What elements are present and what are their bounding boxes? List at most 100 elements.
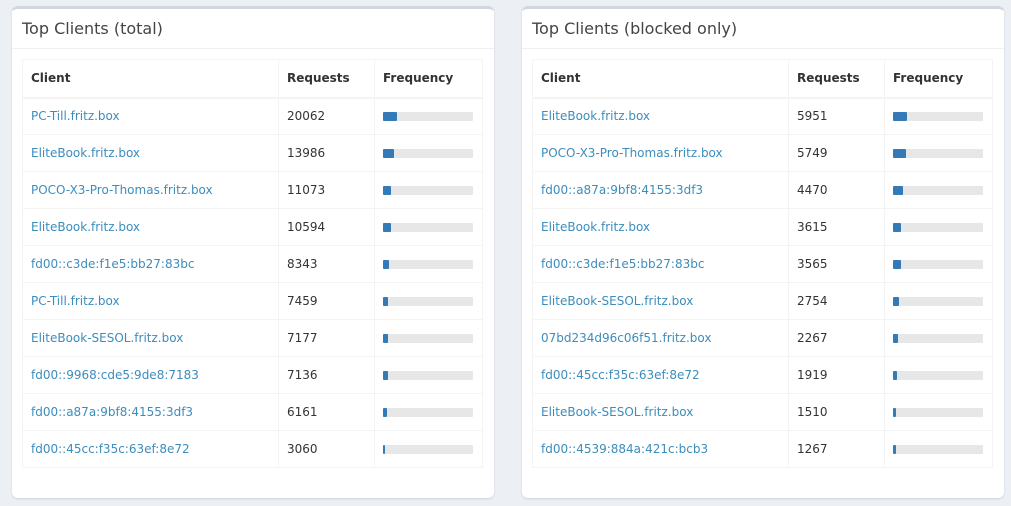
requests-cell: 6161: [278, 393, 375, 431]
table-row: POCO-X3-Pro-Thomas.fritz.box 5749: [532, 134, 993, 172]
client-link[interactable]: EliteBook.fritz.box: [31, 220, 140, 234]
frequency-bar-fill: [383, 370, 388, 380]
requests-cell: 13986: [278, 134, 375, 172]
frequency-bar-fill: [893, 370, 897, 380]
client-link[interactable]: 07bd234d96c06f51.fritz.box: [541, 331, 711, 345]
column-header-requests[interactable]: Requests: [788, 59, 885, 99]
top-clients-blocked-table: Client Requests Frequency EliteBook.frit…: [532, 59, 993, 468]
frequency-bar-fill: [383, 407, 387, 417]
client-link[interactable]: fd00::a87a:9bf8:4155:3df3: [31, 405, 193, 419]
table-row: fd00::45cc:f35c:63ef:8e72 1919: [532, 356, 993, 394]
requests-cell: 5749: [788, 134, 885, 172]
frequency-bar: [383, 222, 473, 232]
client-cell: fd00::4539:884a:421c:bcb3: [532, 430, 789, 468]
frequency-bar: [383, 259, 473, 269]
client-link[interactable]: EliteBook.fritz.box: [31, 146, 140, 160]
client-cell: EliteBook-SESOL.fritz.box: [532, 282, 789, 320]
column-header-frequency[interactable]: Frequency: [374, 59, 483, 99]
client-link[interactable]: EliteBook-SESOL.fritz.box: [541, 405, 693, 419]
frequency-cell: [374, 319, 483, 357]
client-link[interactable]: POCO-X3-Pro-Thomas.fritz.box: [541, 146, 723, 160]
frequency-bar-fill: [383, 148, 394, 158]
frequency-bar-fill: [383, 222, 391, 232]
requests-cell: 11073: [278, 171, 375, 209]
requests-cell: 2267: [788, 319, 885, 357]
table-header-row: Client Requests Frequency: [532, 59, 993, 99]
frequency-cell: [884, 282, 993, 320]
column-header-client[interactable]: Client: [22, 59, 279, 99]
frequency-cell: [884, 430, 993, 468]
column-header-frequency[interactable]: Frequency: [884, 59, 993, 99]
frequency-bar: [383, 333, 473, 343]
client-link[interactable]: fd00::45cc:f35c:63ef:8e72: [541, 368, 700, 382]
client-link[interactable]: fd00::45cc:f35c:63ef:8e72: [31, 442, 190, 456]
client-cell: 07bd234d96c06f51.fritz.box: [532, 319, 789, 357]
frequency-cell: [374, 171, 483, 209]
requests-cell: 5951: [788, 97, 885, 135]
requests-cell: 1919: [788, 356, 885, 394]
frequency-bar-fill: [893, 407, 896, 417]
top-clients-blocked-panel: Top Clients (blocked only) Client Reques…: [522, 6, 1004, 498]
column-header-requests[interactable]: Requests: [278, 59, 375, 99]
client-link[interactable]: PC-Till.fritz.box: [31, 109, 120, 123]
client-cell: fd00::45cc:f35c:63ef:8e72: [532, 356, 789, 394]
panel-title: Top Clients (blocked only): [532, 19, 738, 38]
frequency-bar-fill: [383, 444, 385, 454]
frequency-bar: [383, 296, 473, 306]
requests-cell: 3060: [278, 430, 375, 468]
client-link[interactable]: EliteBook-SESOL.fritz.box: [31, 331, 183, 345]
client-link[interactable]: fd00::9968:cde5:9de8:7183: [31, 368, 199, 382]
table-row: fd00::c3de:f1e5:bb27:83bc 8343: [22, 245, 483, 283]
frequency-bar-fill: [383, 296, 388, 306]
panel-title: Top Clients (total): [22, 19, 163, 38]
frequency-cell: [374, 134, 483, 172]
client-link[interactable]: POCO-X3-Pro-Thomas.fritz.box: [31, 183, 213, 197]
client-cell: fd00::45cc:f35c:63ef:8e72: [22, 430, 279, 468]
column-header-client[interactable]: Client: [532, 59, 789, 99]
client-link[interactable]: fd00::a87a:9bf8:4155:3df3: [541, 183, 703, 197]
frequency-bar: [893, 407, 983, 417]
client-link[interactable]: PC-Till.fritz.box: [31, 294, 120, 308]
client-cell: fd00::a87a:9bf8:4155:3df3: [532, 171, 789, 209]
client-link[interactable]: EliteBook.fritz.box: [541, 109, 650, 123]
client-link[interactable]: fd00::c3de:f1e5:bb27:83bc: [31, 257, 194, 271]
frequency-bar-fill: [383, 185, 391, 195]
frequency-bar-fill: [893, 222, 901, 232]
client-link[interactable]: EliteBook-SESOL.fritz.box: [541, 294, 693, 308]
client-cell: PC-Till.fritz.box: [22, 282, 279, 320]
table-row: EliteBook-SESOL.fritz.box 2754: [532, 282, 993, 320]
table-row: fd00::4539:884a:421c:bcb3 1267: [532, 430, 993, 468]
requests-cell: 7177: [278, 319, 375, 357]
frequency-bar: [383, 111, 473, 121]
client-link[interactable]: EliteBook.fritz.box: [541, 220, 650, 234]
client-link[interactable]: fd00::c3de:f1e5:bb27:83bc: [541, 257, 704, 271]
frequency-cell: [884, 97, 993, 135]
frequency-bar-fill: [893, 296, 899, 306]
frequency-bar-fill: [893, 333, 898, 343]
table-row: POCO-X3-Pro-Thomas.fritz.box 11073: [22, 171, 483, 209]
frequency-cell: [884, 393, 993, 431]
table-row: EliteBook-SESOL.fritz.box 1510: [532, 393, 993, 431]
requests-cell: 1267: [788, 430, 885, 468]
frequency-cell: [884, 208, 993, 246]
requests-cell: 8343: [278, 245, 375, 283]
table-row: fd00::9968:cde5:9de8:7183 7136: [22, 356, 483, 394]
frequency-bar-fill: [383, 111, 397, 121]
frequency-bar: [893, 370, 983, 380]
client-link[interactable]: fd00::4539:884a:421c:bcb3: [541, 442, 708, 456]
client-cell: EliteBook.fritz.box: [532, 208, 789, 246]
frequency-bar: [893, 185, 983, 195]
frequency-cell: [884, 171, 993, 209]
frequency-bar-fill: [893, 259, 901, 269]
frequency-cell: [374, 97, 483, 135]
requests-cell: 2754: [788, 282, 885, 320]
frequency-bar: [893, 444, 983, 454]
table-row: 07bd234d96c06f51.fritz.box 2267: [532, 319, 993, 357]
frequency-cell: [374, 430, 483, 468]
table-row: fd00::c3de:f1e5:bb27:83bc 3565: [532, 245, 993, 283]
table-row: fd00::a87a:9bf8:4155:3df3 6161: [22, 393, 483, 431]
panel-header: Top Clients (blocked only): [522, 9, 1004, 49]
frequency-cell: [884, 319, 993, 357]
frequency-bar-fill: [893, 444, 896, 454]
frequency-cell: [374, 282, 483, 320]
